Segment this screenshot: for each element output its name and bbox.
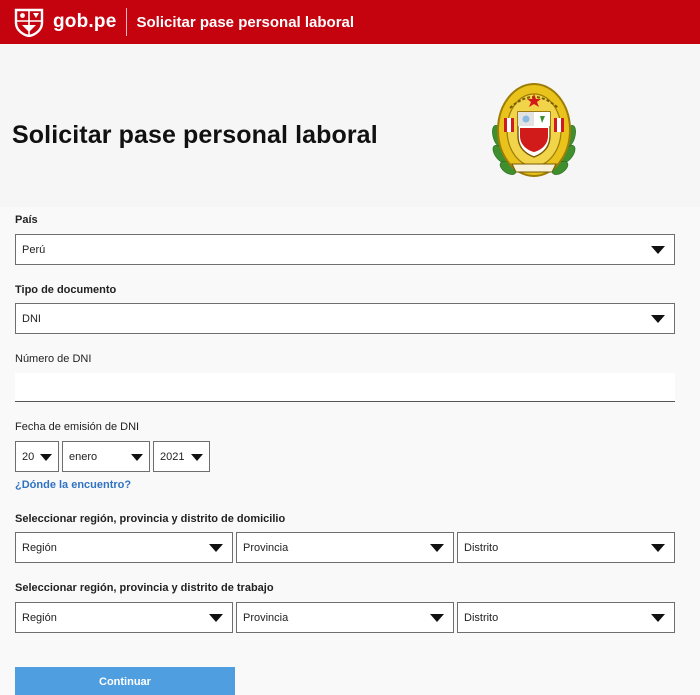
trabajo-region-select[interactable]: Región bbox=[15, 602, 233, 633]
policia-nacional-crest-icon bbox=[492, 83, 576, 177]
continuar-button[interactable]: Continuar bbox=[15, 667, 235, 695]
domicilio-distrito-select[interactable]: Distrito bbox=[457, 532, 675, 563]
page-hero: Solicitar pase personal laboral bbox=[0, 44, 700, 207]
domicilio-label: Seleccionar región, provincia y distrito… bbox=[15, 513, 286, 525]
caret-down-icon bbox=[651, 246, 665, 254]
fecha-year-select[interactable]: 2021 bbox=[153, 441, 210, 472]
caret-down-icon bbox=[40, 454, 52, 461]
fecha-day-select[interactable]: 20 bbox=[15, 441, 59, 472]
caret-down-icon bbox=[209, 544, 223, 552]
caret-down-icon bbox=[651, 315, 665, 323]
numero-dni-label: Número de DNI bbox=[15, 353, 92, 365]
fecha-emision-label: Fecha de emisión de DNI bbox=[15, 421, 140, 433]
domicilio-region-select[interactable]: Región bbox=[15, 532, 233, 563]
fecha-day-value: 20 bbox=[22, 450, 35, 463]
page-title: Solicitar pase personal laboral bbox=[12, 121, 378, 149]
caret-down-icon bbox=[430, 544, 444, 552]
caret-down-icon bbox=[191, 454, 203, 461]
donde-encuentro-link[interactable]: ¿Dónde la encuentro? bbox=[15, 479, 131, 491]
trabajo-region-value: Región bbox=[22, 611, 57, 624]
pais-select[interactable]: Perú bbox=[15, 234, 675, 265]
brand-name: gob.pe bbox=[53, 11, 117, 32]
fecha-month-select[interactable]: enero bbox=[62, 441, 150, 472]
tipo-documento-value: DNI bbox=[22, 312, 41, 325]
domicilio-distrito-value: Distrito bbox=[464, 541, 499, 554]
caret-down-icon bbox=[430, 614, 444, 622]
tipo-documento-label: Tipo de documento bbox=[15, 284, 117, 296]
caret-down-icon bbox=[651, 544, 665, 552]
fecha-month-value: enero bbox=[69, 450, 98, 463]
trabajo-label: Seleccionar región, provincia y distrito… bbox=[15, 582, 274, 594]
gob-pe-logo[interactable]: gob.pe bbox=[12, 7, 116, 37]
trabajo-distrito-select[interactable]: Distrito bbox=[457, 602, 675, 633]
peru-shield-icon bbox=[14, 8, 44, 37]
caret-down-icon bbox=[209, 614, 223, 622]
header-divider bbox=[126, 8, 128, 36]
pais-label: País bbox=[15, 214, 38, 226]
numero-dni-input[interactable] bbox=[15, 373, 675, 402]
caret-down-icon bbox=[651, 614, 665, 622]
domicilio-provincia-select[interactable]: Provincia bbox=[236, 532, 454, 563]
caret-down-icon bbox=[131, 454, 143, 461]
top-bar: gob.pe Solicitar pase personal laboral bbox=[0, 0, 700, 44]
domicilio-provincia-value: Provincia bbox=[243, 541, 289, 554]
trabajo-distrito-value: Distrito bbox=[464, 611, 499, 624]
trabajo-provincia-value: Provincia bbox=[243, 611, 289, 624]
fecha-year-value: 2021 bbox=[160, 450, 185, 463]
trabajo-provincia-select[interactable]: Provincia bbox=[236, 602, 454, 633]
tipo-documento-select[interactable]: DNI bbox=[15, 303, 675, 334]
header-app-title: Solicitar pase personal laboral bbox=[136, 13, 355, 31]
domicilio-region-value: Región bbox=[22, 541, 57, 554]
pais-value: Perú bbox=[22, 243, 46, 256]
